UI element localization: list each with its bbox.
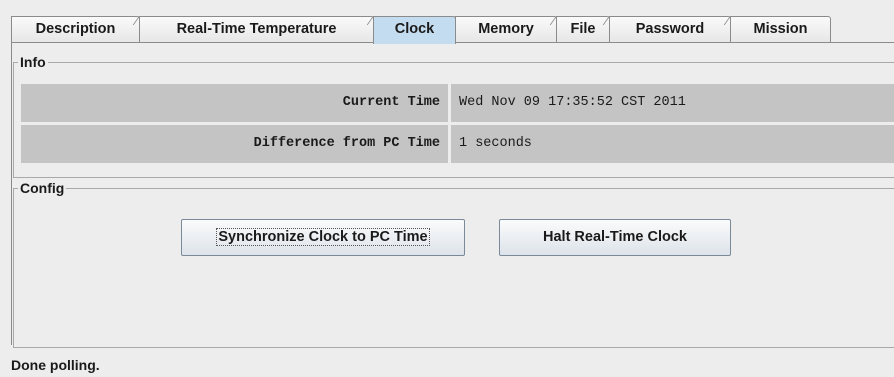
tab-mission[interactable]: Mission bbox=[730, 16, 831, 43]
synchronize-clock-button-label: Synchronize Clock to PC Time bbox=[216, 228, 430, 246]
info-group: Info Current Time Wed Nov 09 17:35:52 CS… bbox=[13, 54, 894, 178]
info-group-title: Info bbox=[18, 54, 48, 70]
tab-bar: Description Real-Time Temperature Clock … bbox=[11, 16, 831, 44]
current-time-row: Current Time Wed Nov 09 17:35:52 CST 201… bbox=[21, 84, 894, 122]
tab-clock[interactable]: Clock bbox=[373, 16, 456, 44]
synchronize-clock-button[interactable]: Synchronize Clock to PC Time bbox=[181, 219, 465, 256]
halt-clock-button[interactable]: Halt Real-Time Clock bbox=[499, 219, 731, 256]
tab-description[interactable]: Description bbox=[11, 16, 140, 43]
difference-label: Difference from PC Time bbox=[21, 125, 448, 163]
tab-real-time-temperature[interactable]: Real-Time Temperature bbox=[139, 16, 374, 43]
tab-file[interactable]: File bbox=[556, 16, 610, 43]
current-time-value: Wed Nov 09 17:35:52 CST 2011 bbox=[451, 84, 894, 122]
tab-memory[interactable]: Memory bbox=[455, 16, 557, 43]
tab-password[interactable]: Password bbox=[609, 16, 731, 43]
difference-row: Difference from PC Time 1 seconds bbox=[21, 125, 894, 163]
config-group-title: Config bbox=[18, 180, 67, 196]
current-time-label: Current Time bbox=[21, 84, 448, 122]
difference-value: 1 seconds bbox=[451, 125, 894, 163]
config-group: Config Synchronize Clock to PC Time Halt… bbox=[13, 180, 894, 348]
status-text: Done polling. bbox=[11, 357, 100, 373]
